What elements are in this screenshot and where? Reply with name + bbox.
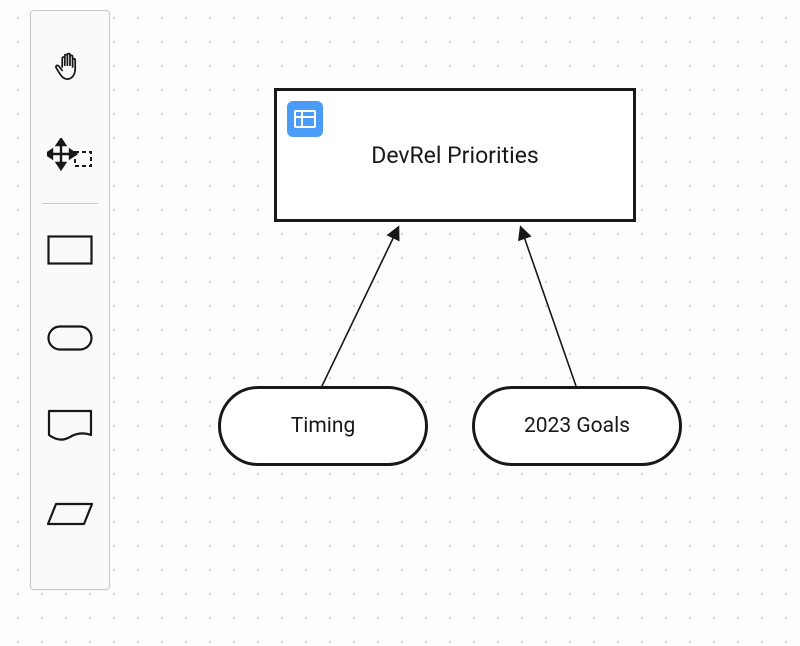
node-2023-goals[interactable]: 2023 Goals: [472, 386, 682, 466]
crosshair-select-icon: [47, 138, 93, 172]
rounded-rect-tool[interactable]: [40, 308, 100, 368]
hand-icon: [51, 48, 89, 86]
note-shape-tool[interactable]: [40, 396, 100, 456]
note-shape-icon: [47, 409, 93, 443]
node-label: Timing: [291, 414, 356, 438]
shape-toolbar: [30, 10, 110, 590]
node-devrel-priorities[interactable]: DevRel Priorities: [274, 88, 636, 222]
parallelogram-tool[interactable]: [40, 484, 100, 544]
parallelogram-icon: [46, 502, 94, 526]
table-grid-icon: [294, 110, 316, 128]
node-label: 2023 Goals: [524, 414, 630, 438]
toolbar-divider: [42, 203, 98, 204]
hand-tool[interactable]: [40, 37, 100, 97]
rounded-rect-icon: [47, 325, 93, 351]
node-label: DevRel Priorities: [371, 142, 539, 169]
rectangle-shape-tool[interactable]: [40, 220, 100, 280]
node-timing[interactable]: Timing: [218, 386, 428, 466]
node-badge: [287, 101, 323, 137]
select-tool[interactable]: [40, 125, 100, 185]
rectangle-icon: [47, 235, 93, 265]
